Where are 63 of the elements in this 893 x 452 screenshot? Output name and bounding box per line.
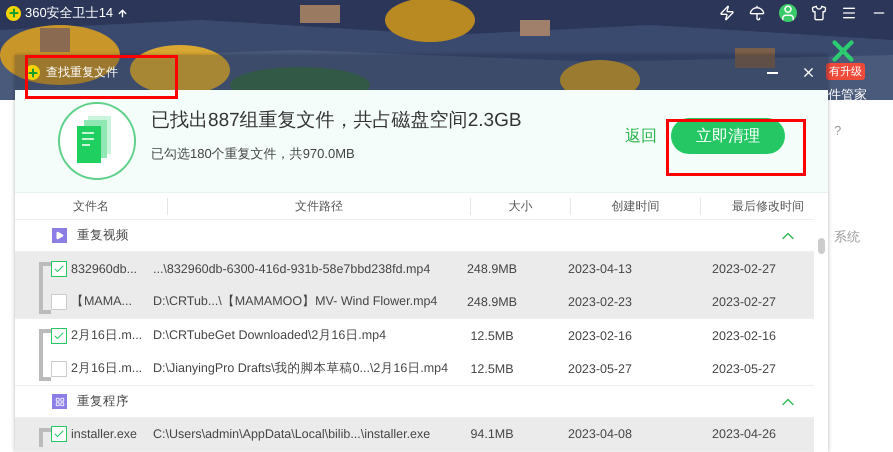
- file-name: 2月16日.m...: [71, 360, 144, 378]
- upgrade-arrow-icon: [117, 8, 128, 18]
- file-size: 12.5MB: [469, 362, 515, 376]
- column-header: 大小: [470, 198, 570, 215]
- file-name: installer.exe: [71, 427, 138, 442]
- file-path: D:\CRTub...\【MAMAMOO】MV- Wind Flower.mp4: [153, 293, 438, 310]
- tree-bracket-icon: [37, 428, 51, 447]
- file-size: 12.5MB: [469, 328, 515, 343]
- menu-icon[interactable]: [841, 5, 857, 21]
- minimize-icon: [766, 72, 778, 74]
- side-text: ?: [834, 123, 842, 138]
- file-name: 【MAMA...: [71, 293, 133, 310]
- file-checkbox[interactable]: [51, 360, 67, 377]
- umbrella-icon[interactable]: [749, 5, 765, 21]
- modified-date: 2023-05-27: [711, 362, 776, 376]
- scrollbar-thumb[interactable]: [818, 238, 824, 254]
- lightning-icon[interactable]: [719, 5, 735, 21]
- summary-text: 已找出887组重复文件，共占磁盘空间2.3GB: [151, 109, 523, 133]
- group-label: 重复程序: [77, 393, 130, 410]
- created-date: 2023-02-23: [567, 294, 633, 309]
- selection-text: 已勾选180个重复文件，共970.0MB: [151, 145, 356, 163]
- app-title: 360安全卫士14: [25, 4, 114, 22]
- modified-date: 2023-02-27: [711, 262, 776, 276]
- file-path: C:\Users\admin\AppData\Local\bilib...\installer.exe: [153, 427, 432, 442]
- modified-date: 2023-02-27: [711, 294, 776, 309]
- back-link[interactable]: 返回: [625, 126, 657, 146]
- dialog-title: 查找重复文件: [46, 64, 118, 81]
- file-path: ...\832960db-6300-416d-931b-58e7bbd238fd.mp4: [153, 262, 432, 276]
- check-icon: [53, 330, 65, 342]
- file-checkbox[interactable]: [51, 260, 67, 277]
- side-text: 系统: [834, 228, 860, 246]
- file-size: 248.9MB: [466, 294, 518, 309]
- created-date: 2023-04-08: [567, 427, 633, 442]
- column-header: 文件名: [72, 198, 110, 215]
- shirt-icon[interactable]: [811, 5, 827, 21]
- modified-date: 2023-02-16: [711, 328, 776, 343]
- column-header: 文件路径: [167, 198, 470, 215]
- documents-icon: [57, 101, 137, 181]
- file-path: D:\JianyingPro Drafts\我的脚本草稿0...\2月16日.mp4: [153, 360, 448, 378]
- play-icon: [52, 228, 67, 244]
- file-checkbox[interactable]: [51, 426, 67, 442]
- created-date: 2023-04-13: [567, 262, 633, 276]
- column-header: 创建时间: [570, 198, 700, 215]
- file-name: 2月16日.m...: [71, 327, 144, 344]
- group-label: 重复视频: [77, 227, 130, 244]
- clean-button[interactable]: 立即清理: [671, 118, 785, 154]
- modified-date: 2023-04-26: [711, 427, 776, 442]
- grid-icon: [52, 394, 67, 410]
- file-path: D:\CRTubeGet Downloaded\2月16日.mp4: [153, 327, 388, 344]
- tree-bracket-icon: [37, 262, 51, 314]
- file-size: 248.9MB: [466, 262, 518, 276]
- file-checkbox[interactable]: [51, 294, 67, 310]
- column-header: 最后修改时间: [700, 198, 808, 215]
- created-date: 2023-05-27: [567, 362, 633, 376]
- tool-icon[interactable]: [832, 40, 854, 62]
- tree-bracket-icon: [37, 329, 51, 382]
- created-date: 2023-02-16: [567, 328, 633, 343]
- file-name: 832960db...: [71, 262, 138, 276]
- file-checkbox[interactable]: [51, 328, 67, 344]
- upgrade-badge: 有升级: [826, 63, 865, 80]
- tool-label: 件管家: [828, 86, 867, 104]
- check-icon: [53, 262, 65, 275]
- file-size: 94.1MB: [469, 427, 515, 442]
